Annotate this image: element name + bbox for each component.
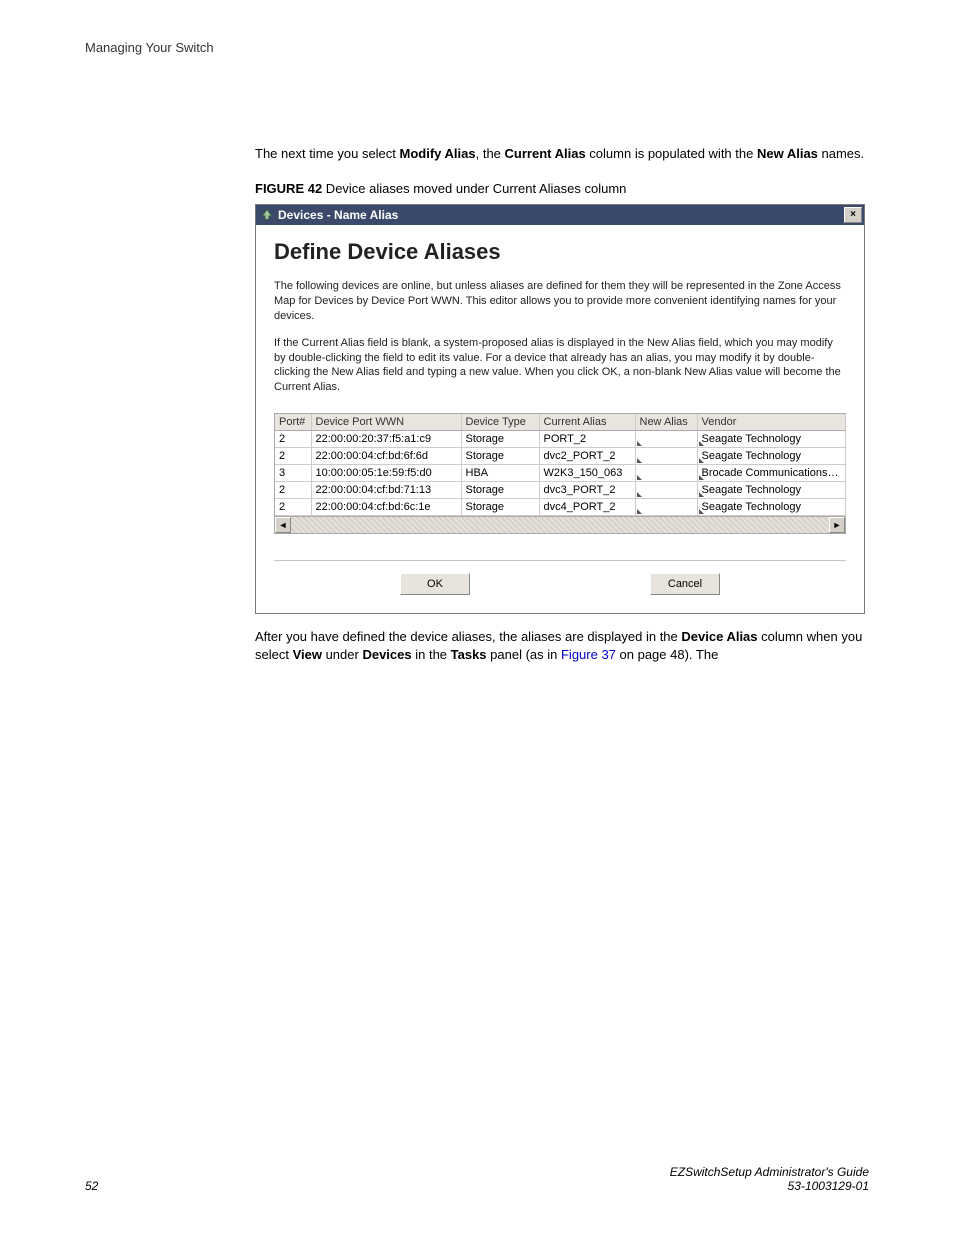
- close-icon: ×: [850, 210, 856, 220]
- intro-paragraph: The next time you select Modify Alias, t…: [255, 145, 869, 163]
- cell-wwn[interactable]: 22:00:00:20:37:f5:a1:c9: [311, 431, 461, 448]
- cell-vendor[interactable]: Seagate Technology: [697, 499, 845, 516]
- col-wwn-header[interactable]: Device Port WWN: [311, 414, 461, 431]
- table-row[interactable]: 222:00:00:20:37:f5:a1:c9StoragePORT_2 Sea…: [275, 431, 845, 448]
- bold: Current Alias: [505, 146, 586, 161]
- bold: Tasks: [451, 647, 487, 662]
- guide-title: EZSwitchSetup Administrator's Guide: [670, 1165, 869, 1179]
- table-header-row: Port# Device Port WWN Device Type Curren…: [275, 414, 845, 431]
- device-alias-table: Port# Device Port WWN Device Type Curren…: [275, 414, 846, 516]
- text: in the: [412, 647, 451, 662]
- chevron-right-icon: ►: [833, 520, 842, 530]
- cell-new-alias[interactable]: [635, 499, 697, 516]
- chevron-left-icon: ◄: [279, 520, 288, 530]
- bold: Device Alias: [681, 629, 757, 644]
- col-port-header[interactable]: Port#: [275, 414, 311, 431]
- dialog-titlebar[interactable]: Devices - Name Alias ×: [256, 205, 864, 225]
- dialog-window-title: Devices - Name Alias: [278, 208, 398, 222]
- cell-vendor[interactable]: Seagate Technology: [697, 448, 845, 465]
- bold: View: [293, 647, 322, 662]
- text: The next time you select: [255, 146, 400, 161]
- text: panel (as in: [487, 647, 561, 662]
- cell-port[interactable]: 2: [275, 499, 311, 516]
- figure-text: Device aliases moved under Current Alias…: [322, 181, 626, 196]
- cell-current-alias[interactable]: W2K3_150_063: [539, 465, 635, 482]
- dialog-button-row: OK Cancel: [274, 560, 846, 595]
- device-table-container: Port# Device Port WWN Device Type Curren…: [274, 413, 846, 534]
- app-icon: [260, 207, 274, 224]
- cell-port[interactable]: 2: [275, 448, 311, 465]
- cell-vendor[interactable]: Seagate Technology: [697, 431, 845, 448]
- table-row[interactable]: 222:00:00:04:cf:bd:6c:1eStoragedvc4_PORT…: [275, 499, 845, 516]
- cell-port[interactable]: 2: [275, 482, 311, 499]
- outro-paragraph: After you have defined the device aliase…: [255, 628, 869, 664]
- cell-type[interactable]: Storage: [461, 482, 539, 499]
- cell-current-alias[interactable]: PORT_2: [539, 431, 635, 448]
- cell-port[interactable]: 3: [275, 465, 311, 482]
- cell-vendor[interactable]: Brocade Communications Sy...: [697, 465, 845, 482]
- cell-current-alias[interactable]: dvc4_PORT_2: [539, 499, 635, 516]
- document-number: 53-1003129-01: [670, 1179, 869, 1193]
- dialog-description-1: The following devices are online, but un…: [274, 279, 846, 324]
- cell-new-alias[interactable]: [635, 465, 697, 482]
- text: column is populated with the: [586, 146, 757, 161]
- text: under: [322, 647, 362, 662]
- ok-button[interactable]: OK: [400, 573, 470, 595]
- cell-type[interactable]: Storage: [461, 499, 539, 516]
- figure-37-link[interactable]: Figure 37: [561, 647, 616, 662]
- text: on page 48). The: [616, 647, 718, 662]
- dialog-heading: Define Device Aliases: [274, 239, 846, 265]
- cell-wwn[interactable]: 10:00:00:05:1e:59:f5:d0: [311, 465, 461, 482]
- cell-port[interactable]: 2: [275, 431, 311, 448]
- scroll-left-button[interactable]: ◄: [275, 517, 291, 533]
- cell-new-alias[interactable]: [635, 448, 697, 465]
- table-row[interactable]: 222:00:00:04:cf:bd:6f:6dStoragedvc2_PORT…: [275, 448, 845, 465]
- cell-current-alias[interactable]: dvc3_PORT_2: [539, 482, 635, 499]
- cell-type[interactable]: Storage: [461, 448, 539, 465]
- text: names.: [818, 146, 864, 161]
- cell-wwn[interactable]: 22:00:00:04:cf:bd:6f:6d: [311, 448, 461, 465]
- page-footer: 52 EZSwitchSetup Administrator's Guide 5…: [85, 1165, 869, 1193]
- figure-caption: FIGURE 42 Device aliases moved under Cur…: [255, 181, 869, 196]
- close-button[interactable]: ×: [844, 207, 862, 223]
- bold: New Alias: [757, 146, 818, 161]
- cell-wwn[interactable]: 22:00:00:04:cf:bd:71:13: [311, 482, 461, 499]
- cancel-button[interactable]: Cancel: [650, 573, 720, 595]
- scroll-right-button[interactable]: ►: [829, 517, 845, 533]
- page-number: 52: [85, 1179, 98, 1193]
- dialog-description-2: If the Current Alias field is blank, a s…: [274, 336, 846, 395]
- col-current-alias-header[interactable]: Current Alias: [539, 414, 635, 431]
- table-row[interactable]: 310:00:00:05:1e:59:f5:d0HBAW2K3_150_063 B…: [275, 465, 845, 482]
- running-head: Managing Your Switch: [85, 40, 869, 55]
- cell-wwn[interactable]: 22:00:00:04:cf:bd:6c:1e: [311, 499, 461, 516]
- bold: Modify Alias: [400, 146, 476, 161]
- cell-new-alias[interactable]: [635, 431, 697, 448]
- bold: Devices: [362, 647, 411, 662]
- figure-label: FIGURE 42: [255, 181, 322, 196]
- cell-current-alias[interactable]: dvc2_PORT_2: [539, 448, 635, 465]
- cell-type[interactable]: Storage: [461, 431, 539, 448]
- table-row[interactable]: 222:00:00:04:cf:bd:71:13Storagedvc3_PORT…: [275, 482, 845, 499]
- col-type-header[interactable]: Device Type: [461, 414, 539, 431]
- text: After you have defined the device aliase…: [255, 629, 681, 644]
- horizontal-scrollbar[interactable]: ◄ ►: [275, 516, 845, 533]
- col-new-alias-header[interactable]: New Alias: [635, 414, 697, 431]
- cell-new-alias[interactable]: [635, 482, 697, 499]
- text: , the: [476, 146, 505, 161]
- devices-name-alias-dialog: Devices - Name Alias × Define Device Ali…: [255, 204, 865, 614]
- device-table-body: 222:00:00:20:37:f5:a1:c9StoragePORT_2Sea…: [275, 431, 845, 516]
- cell-vendor[interactable]: Seagate Technology: [697, 482, 845, 499]
- cell-type[interactable]: HBA: [461, 465, 539, 482]
- col-vendor-header[interactable]: Vendor: [697, 414, 845, 431]
